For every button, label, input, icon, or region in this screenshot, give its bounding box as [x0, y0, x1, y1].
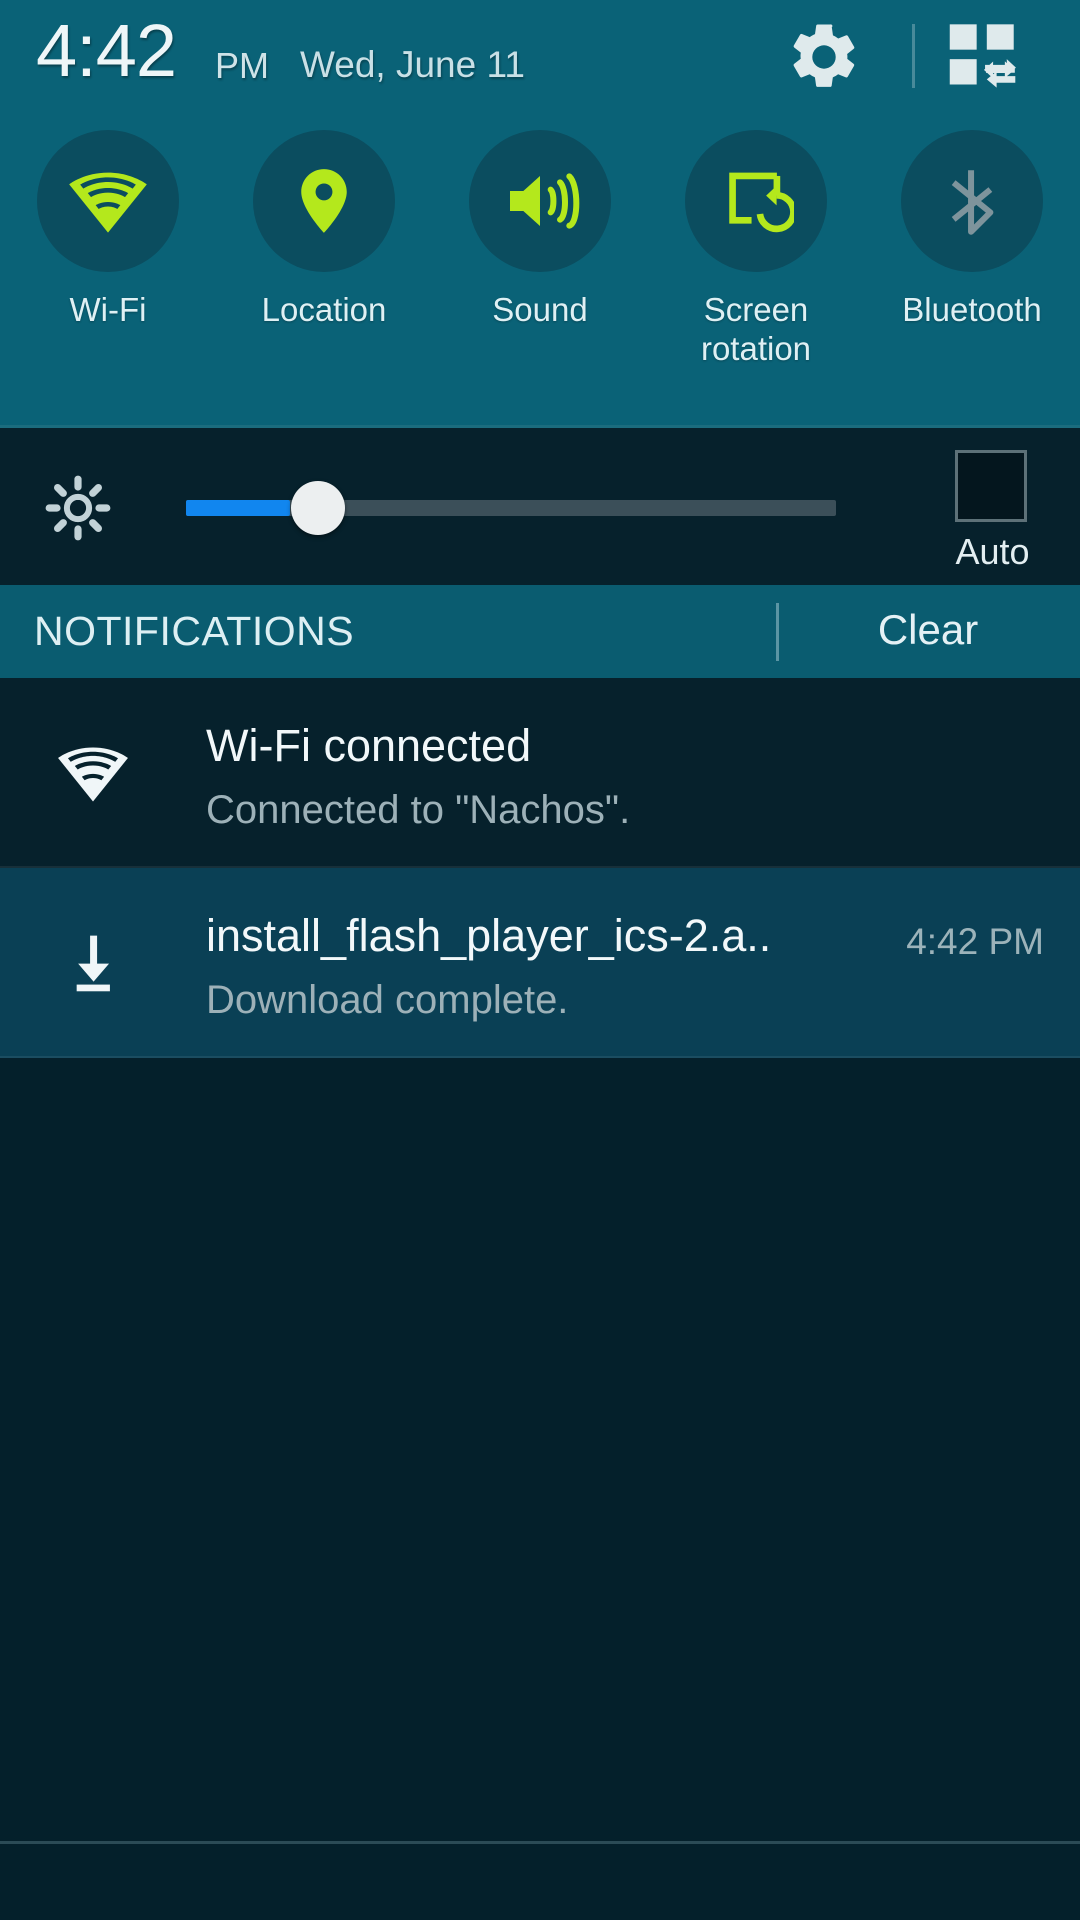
- quick-settings-panel: 4:42 PM Wed, June 11 Wi-Fi Location Soun…: [0, 0, 1080, 425]
- notification-title: Wi-Fi connected: [206, 720, 532, 771]
- toggle-wifi[interactable]: Wi-Fi: [0, 130, 216, 400]
- auto-brightness-checkbox[interactable]: [955, 450, 1027, 522]
- toggle-screen-rotation-circle[interactable]: [685, 130, 827, 272]
- brightness-slider-thumb[interactable]: [291, 481, 345, 535]
- toggle-screen-rotation-label: Screen rotation: [656, 290, 856, 368]
- clear-button[interactable]: Clear: [776, 605, 1080, 655]
- notification-shade: 4:42 PM Wed, June 11 Wi-Fi Location Soun…: [0, 0, 1080, 1920]
- toggle-screen-rotation-label-line1: Screen: [703, 291, 809, 328]
- notifications-header: NOTIFICATIONS Clear: [0, 585, 1080, 678]
- toggle-sound-label: Sound: [492, 291, 588, 328]
- clock-ampm: PM: [215, 45, 269, 86]
- clock-time: 4:42: [36, 9, 177, 92]
- wifi-icon: [69, 172, 147, 233]
- toggle-sound[interactable]: Sound: [432, 130, 648, 400]
- gear-icon[interactable]: [785, 18, 863, 96]
- toggle-sound-circle[interactable]: [469, 130, 611, 272]
- toggle-wifi-label: Wi-Fi: [69, 291, 147, 328]
- speaker-sound-icon: [510, 173, 580, 229]
- notification-timestamp: 4:42 PM: [906, 921, 1044, 962]
- notification-item-wifi[interactable]: Wi-Fi connected Connected to "Nachos".: [0, 678, 1080, 868]
- screen-rotation-icon: [729, 172, 794, 233]
- notification-body: Connected to "Nachos".: [206, 788, 631, 832]
- toggle-location[interactable]: Location: [216, 130, 432, 400]
- shade-footer: [0, 1844, 1080, 1920]
- toggle-screen-rotation[interactable]: Screen rotation: [648, 130, 864, 400]
- wifi-icon: [48, 728, 138, 818]
- quick-settings-grid-icon[interactable]: [945, 18, 1021, 94]
- header-divider: [912, 24, 915, 88]
- notification-list: Wi-Fi connected Connected to "Nachos". i…: [0, 678, 1080, 1058]
- toggle-bluetooth[interactable]: Bluetooth: [864, 130, 1080, 400]
- brightness-slider-fill: [186, 500, 290, 516]
- notification-divider: [0, 1056, 1080, 1058]
- toggle-bluetooth-label: Bluetooth: [902, 291, 1042, 328]
- toggle-location-label: Location: [261, 291, 387, 328]
- notification-body: Download complete.: [206, 978, 569, 1022]
- clock-date: Wed, June 11: [300, 44, 525, 85]
- notification-item-download[interactable]: install_flash_player_ics-2.a.. Download …: [0, 868, 1080, 1058]
- brightness-gear-icon[interactable]: [42, 472, 114, 544]
- toggle-bluetooth-circle[interactable]: [901, 130, 1043, 272]
- download-icon: [48, 918, 138, 1008]
- toggle-location-circle[interactable]: [253, 130, 395, 272]
- auto-brightness-label: Auto: [955, 531, 1030, 572]
- status-clock-row: 4:42 PM Wed, June 11: [0, 0, 1080, 118]
- bluetooth-icon: [951, 170, 994, 235]
- shade-empty-area: [0, 1060, 1080, 1843]
- toggle-wifi-circle[interactable]: [37, 130, 179, 272]
- toggle-screen-rotation-label-line2: rotation: [700, 330, 812, 367]
- notifications-title: NOTIFICATIONS: [34, 608, 355, 654]
- brightness-slider-track[interactable]: [186, 500, 836, 516]
- quick-toggle-row: Wi-Fi Location Sound Screen rotation Blu…: [0, 130, 1080, 400]
- notification-title: install_flash_player_ics-2.a..: [206, 910, 772, 961]
- location-pin-icon: [301, 169, 347, 233]
